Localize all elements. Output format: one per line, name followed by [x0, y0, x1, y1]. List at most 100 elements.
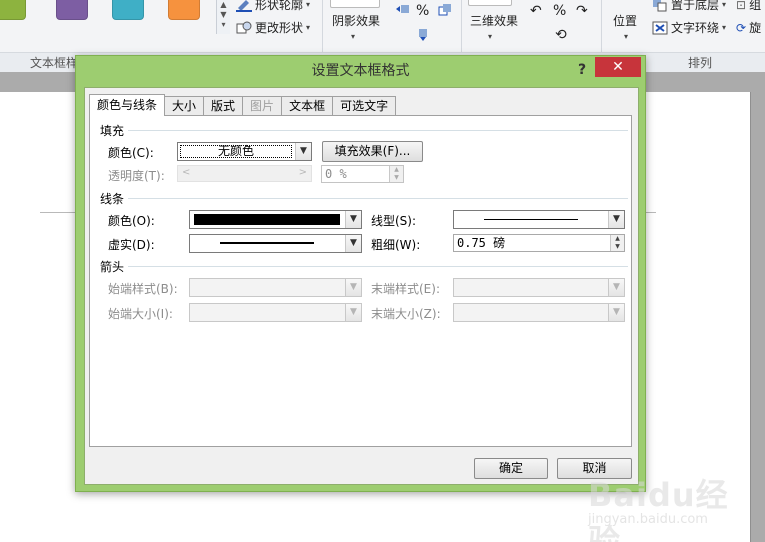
nudge-up-icon — [438, 4, 451, 16]
group-separator — [322, 0, 323, 52]
tilt-down-icon: ⟲ — [555, 27, 567, 43]
threed-toggle-button[interactable]: % — [553, 3, 566, 19]
chevron-down-icon: ▼ — [345, 279, 361, 296]
fill-color-label: 颜色(C): — [108, 146, 154, 160]
fill-color-value: 无颜色 — [178, 143, 294, 160]
group-separator — [461, 0, 462, 52]
dash-label: 虚实(D): — [108, 238, 155, 252]
tab-alt-text[interactable]: 可选文字 — [332, 96, 397, 116]
tab-text-box[interactable]: 文本框 — [281, 96, 334, 116]
dash-dropdown[interactable]: ▼ — [189, 234, 362, 253]
shadow-toggle-button[interactable]: % — [416, 3, 429, 19]
shadow-effects-button[interactable]: 阴影效果 — [332, 12, 380, 29]
tilt-down-button[interactable]: ⟲ — [555, 27, 567, 43]
format-textbox-dialog: 设置文本框格式 ? ✕ 颜色与线条 大小 版式 图片 文本框 可选文字 填充 颜… — [75, 55, 646, 492]
position-dropdown[interactable]: ▾ — [624, 32, 628, 41]
line-weight-spinner[interactable]: 0.75 磅 ▲ ▼ — [453, 234, 625, 252]
spinner-arrows-icon: ▲ ▼ — [389, 166, 403, 182]
tab-size[interactable]: 大小 — [164, 96, 205, 116]
tilt-left-button[interactable]: ↶ — [530, 3, 542, 19]
gallery-scroll[interactable]: ▲ ▼ ▾ — [216, 0, 230, 34]
transparency-spinner[interactable]: 0 % ▲ ▼ — [321, 165, 404, 183]
chevron-down-icon: ▼ — [345, 211, 361, 228]
end-style-dropdown[interactable]: ▼ — [453, 278, 625, 297]
tab-colors-and-lines[interactable]: 颜色与线条 — [89, 94, 166, 116]
close-icon: ✕ — [612, 59, 624, 75]
spinner-arrows-icon: ▲ ▼ — [610, 235, 624, 251]
transparency-value: 0 % — [325, 167, 347, 181]
tab-picture[interactable]: 图片 — [242, 96, 283, 116]
section-arrows: 箭头 — [100, 260, 125, 274]
group-label-textbox-styles: 文本框样 — [30, 56, 79, 70]
dropdown-arrow-icon: ▾ — [488, 32, 493, 41]
nudge-shadow-down-button[interactable] — [416, 28, 432, 42]
tilt-right-icon: ↷ — [576, 3, 588, 19]
dialog-title: 设置文本框格式 — [311, 63, 410, 79]
chevron-down-icon: ▼ — [608, 211, 624, 228]
percent-icon: % — [553, 3, 567, 19]
text-wrap-button[interactable]: 文字环绕 ▾ — [652, 19, 726, 36]
tilt-right-button[interactable]: ↷ — [576, 3, 588, 19]
end-size-label: 末端大小(Z): — [371, 307, 441, 321]
dropdown-arrow-icon: ▾ — [722, 0, 727, 9]
watermark-url: jingyan.baidu.com — [588, 512, 708, 527]
line-weight-value: 0.75 磅 — [457, 236, 506, 250]
shape-outline-button[interactable]: 形状轮廓 ▾ — [236, 0, 310, 13]
shadow-effects-icon — [330, 0, 380, 8]
fill-effects-button[interactable]: 填充效果(F)... — [322, 141, 423, 162]
nudge-left-icon — [396, 5, 409, 13]
send-to-back-icon — [653, 0, 667, 11]
help-button[interactable]: ? — [573, 60, 591, 80]
end-size-dropdown[interactable]: ▼ — [453, 303, 625, 322]
percent-icon: % — [416, 3, 430, 19]
group-icon: ⊡ — [736, 0, 747, 12]
text-wrap-icon — [652, 21, 668, 34]
textbox-border-left — [40, 212, 76, 213]
section-line: 线条 — [100, 192, 125, 206]
tab-panel-colors-and-lines: 填充 颜色(C): 无颜色 ▼ 填充效果(F)... 透明度(T): < > 0… — [89, 115, 632, 447]
shadow-effects-dropdown[interactable]: ▾ — [351, 32, 355, 41]
line-style-label: 线型(S): — [371, 214, 417, 228]
chevron-down-icon: ▼ — [295, 143, 311, 160]
style-swatch-4[interactable] — [168, 0, 200, 20]
threed-effects-button[interactable]: 三维效果 — [470, 12, 518, 29]
style-swatch-1[interactable] — [0, 0, 26, 20]
group-separator — [601, 0, 602, 52]
fill-color-dropdown[interactable]: 无颜色 ▼ — [177, 142, 312, 161]
begin-size-dropdown[interactable]: ▼ — [189, 303, 362, 322]
ok-button[interactable]: 确定 — [474, 458, 548, 479]
close-button[interactable]: ✕ — [595, 57, 641, 77]
transparency-slider[interactable]: < > — [177, 165, 312, 182]
chevron-left-icon: < — [182, 167, 191, 178]
tab-strip: 颜色与线条 大小 版式 图片 文本框 可选文字 — [89, 94, 397, 116]
line-color-dropdown[interactable]: ▼ — [189, 210, 362, 229]
section-divider — [128, 130, 628, 131]
dropdown-arrow-icon: ▾ — [306, 23, 311, 32]
send-to-back-button[interactable]: 置于底层 ▾ — [652, 0, 726, 13]
position-button[interactable]: 位置 — [613, 12, 637, 29]
threed-effects-dropdown[interactable]: ▾ — [488, 32, 492, 41]
chevron-down-icon: ▼ — [345, 235, 361, 252]
rotate-button[interactable]: ⟳ 旋 — [736, 19, 761, 36]
line-color-label: 颜色(O): — [108, 214, 155, 228]
dash-sample — [220, 242, 314, 244]
change-shape-button[interactable]: 更改形状 ▾ — [236, 19, 310, 36]
tab-layout[interactable]: 版式 — [203, 96, 244, 116]
group-button[interactable]: ⊡ 组 — [736, 0, 761, 13]
line-style-dropdown[interactable]: ▼ — [453, 210, 625, 229]
style-swatch-3[interactable] — [112, 0, 144, 20]
dialog-body: 颜色与线条 大小 版式 图片 文本框 可选文字 填充 颜色(C): 无颜色 ▼ … — [84, 87, 639, 485]
dropdown-arrow-icon: ▾ — [624, 32, 629, 41]
nudge-shadow-up-button[interactable] — [437, 3, 453, 17]
group-label-arrange: 排列 — [688, 56, 713, 70]
tilt-left-icon: ↶ — [530, 3, 542, 19]
transparency-label: 透明度(T): — [108, 169, 165, 183]
nudge-shadow-left-button[interactable] — [395, 3, 411, 17]
style-swatch-2[interactable] — [56, 0, 88, 20]
line-color-swatch — [194, 214, 340, 225]
section-divider — [128, 266, 628, 267]
begin-size-label: 始端大小(I): — [108, 307, 173, 321]
pen-outline-icon — [236, 0, 252, 12]
begin-style-dropdown[interactable]: ▼ — [189, 278, 362, 297]
baidu-logo: Baidu经验 — [588, 476, 729, 542]
